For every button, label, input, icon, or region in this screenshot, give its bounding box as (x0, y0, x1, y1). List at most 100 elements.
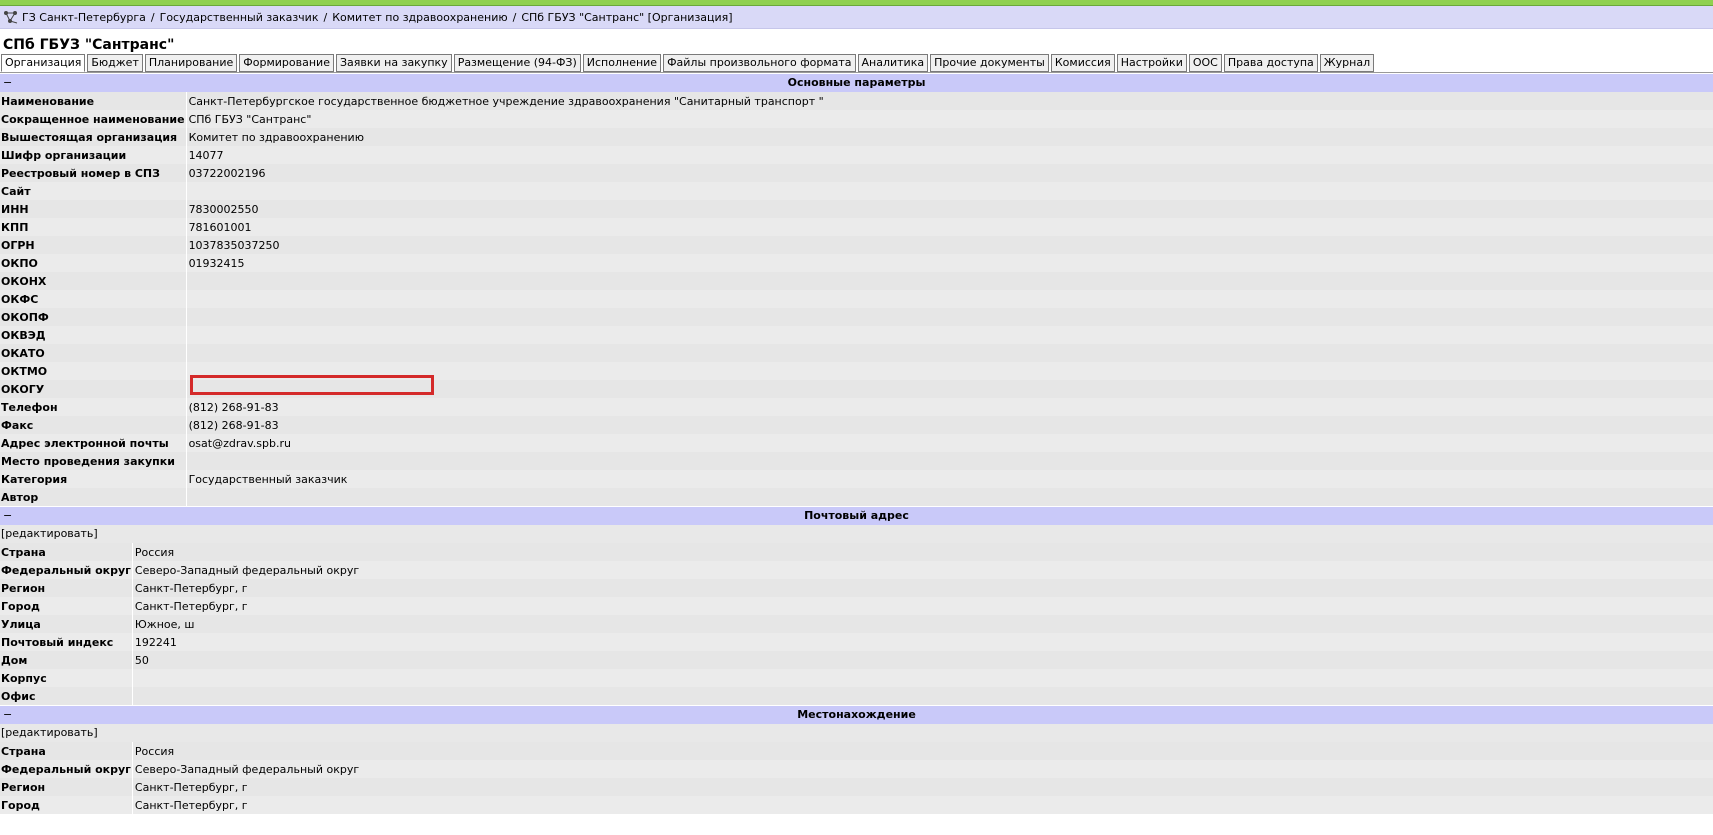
edit-location-link[interactable]: [редактировать] (0, 724, 1713, 742)
row-value: Санкт-Петербургское государственное бюдж… (186, 92, 1713, 110)
collapse-toggle-icon[interactable]: − (3, 507, 12, 525)
table-row: Страна Россия (0, 543, 1713, 561)
row-value (186, 452, 1713, 470)
table-row: ИНН 7830002550 (0, 200, 1713, 218)
tab-1[interactable]: Бюджет (87, 54, 143, 72)
row-label: Федеральный округ (0, 561, 133, 579)
tab-8[interactable]: Аналитика (857, 54, 929, 72)
table-row: Сокращенное наименование СПб ГБУЗ "Сантра… (0, 110, 1713, 128)
edit-postal-link[interactable]: [редактировать] (0, 525, 1713, 543)
tab-3[interactable]: Формирование (239, 54, 334, 72)
row-value (186, 344, 1713, 362)
row-label: Адрес электронной почты (0, 434, 187, 452)
table-row: Вышестоящая организация Комитет по здраво… (0, 128, 1713, 146)
tab-0[interactable]: Организация (1, 54, 86, 72)
location-section: − Местонахождение [редактировать] Страна… (0, 706, 1713, 814)
tab-2[interactable]: Планирование (144, 54, 238, 72)
row-value (186, 182, 1713, 200)
tab-6[interactable]: Исполнение (582, 54, 662, 72)
table-row: ОКПО 01932415 (0, 254, 1713, 272)
row-value: Санкт-Петербург, г (132, 579, 1713, 597)
table-row: Почтовый индекс 192241 (0, 633, 1713, 651)
breadcrumb-separator: / (512, 10, 517, 24)
tab-9[interactable]: Прочие документы (930, 54, 1049, 72)
row-value: 781601001 (186, 218, 1713, 236)
row-label: Страна (0, 742, 133, 760)
row-label: Сокращенное наименование (0, 110, 187, 128)
row-value: osat@zdrav.spb.ru (186, 434, 1713, 452)
row-label: Телефон (0, 398, 187, 416)
table-row: ОКОПФ (0, 308, 1713, 326)
tab-12[interactable]: ООС (1188, 54, 1222, 72)
collapse-toggle-icon[interactable]: − (3, 706, 12, 724)
row-value: (812) 268-91-83 (186, 416, 1713, 434)
row-value: Государственный заказчик (186, 470, 1713, 488)
row-label: Федеральный округ (0, 760, 133, 778)
table-row: Категория Государственный заказчик (0, 470, 1713, 488)
breadcrumb-separator: / (323, 10, 328, 24)
table-row: Реестровый номер в СПЗ 03722002196 (0, 164, 1713, 182)
tab-bar: Организация Бюджет Планирование Формировани… (0, 54, 1713, 73)
collapse-toggle-icon[interactable]: − (3, 74, 12, 92)
row-label: ОКПО (0, 254, 187, 272)
tab-11[interactable]: Настройки (1116, 54, 1187, 72)
postal-properties-table: Страна Россия Федеральный округ Северо-Запа… (0, 543, 1713, 705)
row-label: ОКАТО (0, 344, 187, 362)
tab-4[interactable]: Заявки на закупку (335, 54, 452, 72)
row-label: Офис (0, 687, 133, 705)
table-row: Регион Санкт-Петербург, г (0, 778, 1713, 796)
row-label: Наименование (0, 92, 187, 110)
postal-address-section: − Почтовый адрес [редактировать] Страна Р… (0, 507, 1713, 705)
breadcrumb-item-root[interactable]: ГЗ Санкт-Петербурга (22, 11, 146, 24)
tab-10[interactable]: Комиссия (1050, 54, 1115, 72)
table-row: ОКАТО (0, 344, 1713, 362)
row-label: Почтовый индекс (0, 633, 133, 651)
table-row: Регион Санкт-Петербург, г (0, 579, 1713, 597)
table-row: Факс (812) 268-91-83 (0, 416, 1713, 434)
row-value: Россия (132, 543, 1713, 561)
row-value: Санкт-Петербург, г (132, 796, 1713, 814)
tab-13[interactable]: Права доступа (1223, 54, 1318, 72)
table-row: Дом 50 (0, 651, 1713, 669)
table-row: Город Санкт-Петербург, г (0, 796, 1713, 814)
row-label: КПП (0, 218, 187, 236)
row-value: 03722002196 (186, 164, 1713, 182)
row-label: Регион (0, 778, 133, 796)
row-value (186, 272, 1713, 290)
breadcrumb: ГЗ Санкт-Петербурга / Государственный за… (0, 6, 1713, 29)
section-title: Местонахождение (797, 708, 916, 721)
row-value: Россия (132, 742, 1713, 760)
table-row: Страна Россия (0, 742, 1713, 760)
row-label: Дом (0, 651, 133, 669)
row-value: (812) 268-91-83 (186, 398, 1713, 416)
tab-14[interactable]: Журнал (1319, 54, 1375, 72)
row-value: 50 (132, 651, 1713, 669)
row-label: Страна (0, 543, 133, 561)
row-label: ОКОНХ (0, 272, 187, 290)
row-label: ОКФС (0, 290, 187, 308)
row-label: Место проведения закупки (0, 452, 187, 470)
tab-7[interactable]: Файлы произвольного формата (663, 54, 856, 72)
row-value: Северо-Западный федеральный округ (132, 561, 1713, 579)
row-value: 14077 (186, 146, 1713, 164)
section-header-location: − Местонахождение (0, 706, 1713, 724)
table-row: Место проведения закупки (0, 452, 1713, 470)
table-row: Улица Южное, ш (0, 615, 1713, 633)
table-row: Автор (0, 488, 1713, 506)
row-label: ОГРН (0, 236, 187, 254)
table-row: ОГРН 1037835037250 (0, 236, 1713, 254)
location-properties-table: Страна Россия Федеральный округ Северо-Запа… (0, 742, 1713, 814)
section-header-postal: − Почтовый адрес (0, 507, 1713, 525)
row-value (186, 326, 1713, 344)
breadcrumb-item-customer[interactable]: Государственный заказчик (160, 11, 319, 24)
row-value: 1037835037250 (186, 236, 1713, 254)
row-label: Город (0, 597, 133, 615)
row-value (186, 308, 1713, 326)
section-header-main: − Основные параметры (0, 74, 1713, 92)
row-label: ИНН (0, 200, 187, 218)
breadcrumb-item-committee[interactable]: Комитет по здравоохранению (332, 11, 507, 24)
row-label: Реестровый номер в СПЗ (0, 164, 187, 182)
row-value (186, 488, 1713, 506)
row-label: Факс (0, 416, 187, 434)
tab-5[interactable]: Размещение (94-ФЗ) (453, 54, 581, 72)
